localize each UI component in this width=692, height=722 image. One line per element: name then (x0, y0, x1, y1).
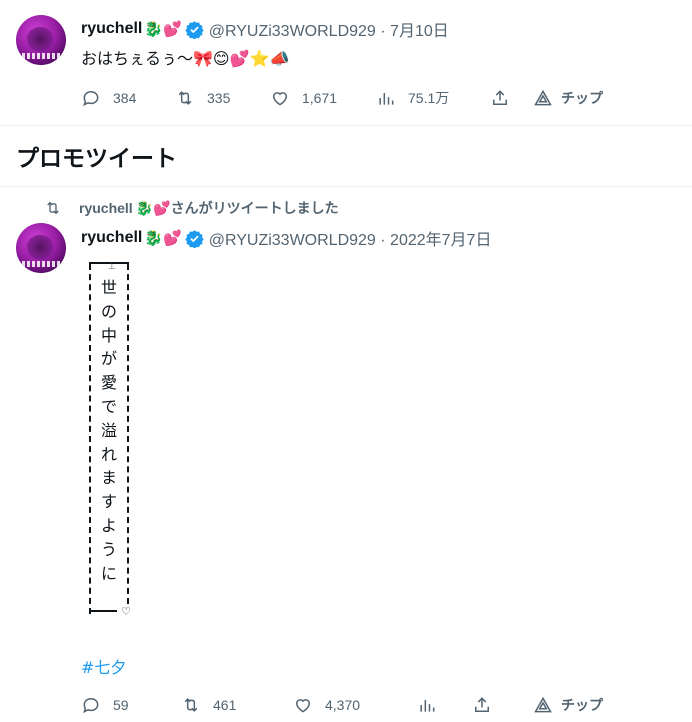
display-name[interactable]: ryuchell (81, 229, 142, 247)
avatar-face (26, 235, 54, 261)
tip-icon (534, 89, 552, 106)
share-icon (493, 90, 507, 105)
like-button[interactable]: 1,671 (270, 87, 337, 109)
tip-icon (534, 696, 552, 713)
name-emoji: 🐉💕 (144, 229, 182, 247)
tweet-1[interactable]: ryuchell 🐉💕 @RYUZi33WORLD929 · 7月10日 おはち… (0, 0, 692, 125)
avatar[interactable] (16, 223, 66, 273)
tweet-actions: 384 335 1,671 75.1万 チップ (81, 87, 641, 109)
vertical-char: う (100, 539, 117, 559)
verified-badge-icon[interactable] (185, 229, 204, 248)
handle-and-date[interactable]: @RYUZi33WORLD929 · 7月10日 (209, 17, 449, 41)
share-button[interactable] (490, 87, 510, 109)
vertical-char: に (100, 563, 117, 583)
bracket-left (89, 264, 94, 614)
views-button[interactable]: 75.1万 (376, 87, 449, 109)
vertical-char: 溢 (100, 420, 117, 440)
retweet-button[interactable]: 335 (175, 87, 230, 109)
small-heart-glyph: ♡ (121, 605, 131, 618)
vertical-char: 世 (100, 278, 117, 297)
retweet-button[interactable]: 461 (181, 694, 236, 716)
tweet-text: おはちぇるぅ～🎀😊💕⭐📣 (81, 49, 290, 68)
tip-button[interactable]: チップ (533, 694, 603, 716)
bracket-right (124, 264, 129, 604)
vertical-char: で (100, 396, 117, 416)
heart-icon (272, 92, 288, 106)
reply-count: 59 (113, 697, 129, 713)
vertical-char: 愛 (100, 373, 117, 393)
hashtag-link[interactable]: #七夕 (81, 654, 126, 678)
vertical-char: の (100, 301, 117, 321)
bracket-bottom (89, 610, 117, 612)
reply-icon (83, 90, 99, 107)
tick-mark: ⊥ (108, 262, 116, 272)
reply-button[interactable]: 59 (81, 694, 129, 716)
vertical-char: よ (100, 515, 117, 535)
retweet-icon (184, 698, 198, 712)
tweet-actions: 59 461 4,370 チップ (81, 694, 641, 716)
retweet-count: 335 (207, 90, 231, 106)
vertical-char: が (100, 349, 117, 369)
avatar-text-decoration (22, 53, 60, 59)
handle-and-date[interactable]: @RYUZi33WORLD929 · 2022年7月7日 (209, 226, 492, 250)
heart-icon (295, 699, 311, 713)
vertical-message: 世の中が愛で溢れますように (97, 276, 121, 585)
name-emoji: 🐉💕 (144, 20, 182, 38)
display-name[interactable]: ryuchell (81, 20, 142, 38)
share-button[interactable] (472, 694, 492, 716)
views-button[interactable] (417, 694, 437, 716)
verified-badge-icon[interactable] (185, 20, 204, 39)
vertical-char: 中 (100, 325, 117, 345)
reply-icon (83, 697, 99, 714)
like-button[interactable]: 4,370 (293, 694, 360, 716)
like-count: 4,370 (325, 697, 361, 713)
section-title: プロモツイート (16, 146, 177, 172)
tweet-header: ryuchell 🐉💕 @RYUZi33WORLD929 · 2022年7月7日 (81, 226, 491, 250)
retweet-icon (178, 91, 192, 105)
view-count: 75.1万 (408, 90, 450, 106)
tweet-header: ryuchell 🐉💕 @RYUZi33WORLD929 · 7月10日 (81, 17, 449, 41)
avatar-face (26, 27, 54, 53)
tip-button[interactable]: チップ (533, 87, 603, 109)
retweet-count: 461 (213, 697, 237, 713)
tip-label: チップ (561, 697, 603, 713)
like-count: 1,671 (302, 90, 338, 106)
vertical-char: れ (100, 444, 117, 464)
reply-count: 384 (113, 90, 137, 106)
vertical-char: ま (100, 468, 117, 488)
analytics-icon (420, 700, 435, 712)
tip-label: チップ (561, 90, 603, 106)
divider (0, 125, 692, 126)
vertical-char: す (100, 492, 117, 512)
vertical-text-box: ⊥ 世の中が愛で溢れますように ♡ (89, 260, 131, 618)
avatar[interactable] (16, 15, 66, 65)
analytics-icon (379, 93, 394, 105)
reply-button[interactable]: 384 (81, 87, 136, 109)
share-icon (475, 697, 489, 712)
avatar-text-decoration (22, 261, 60, 267)
